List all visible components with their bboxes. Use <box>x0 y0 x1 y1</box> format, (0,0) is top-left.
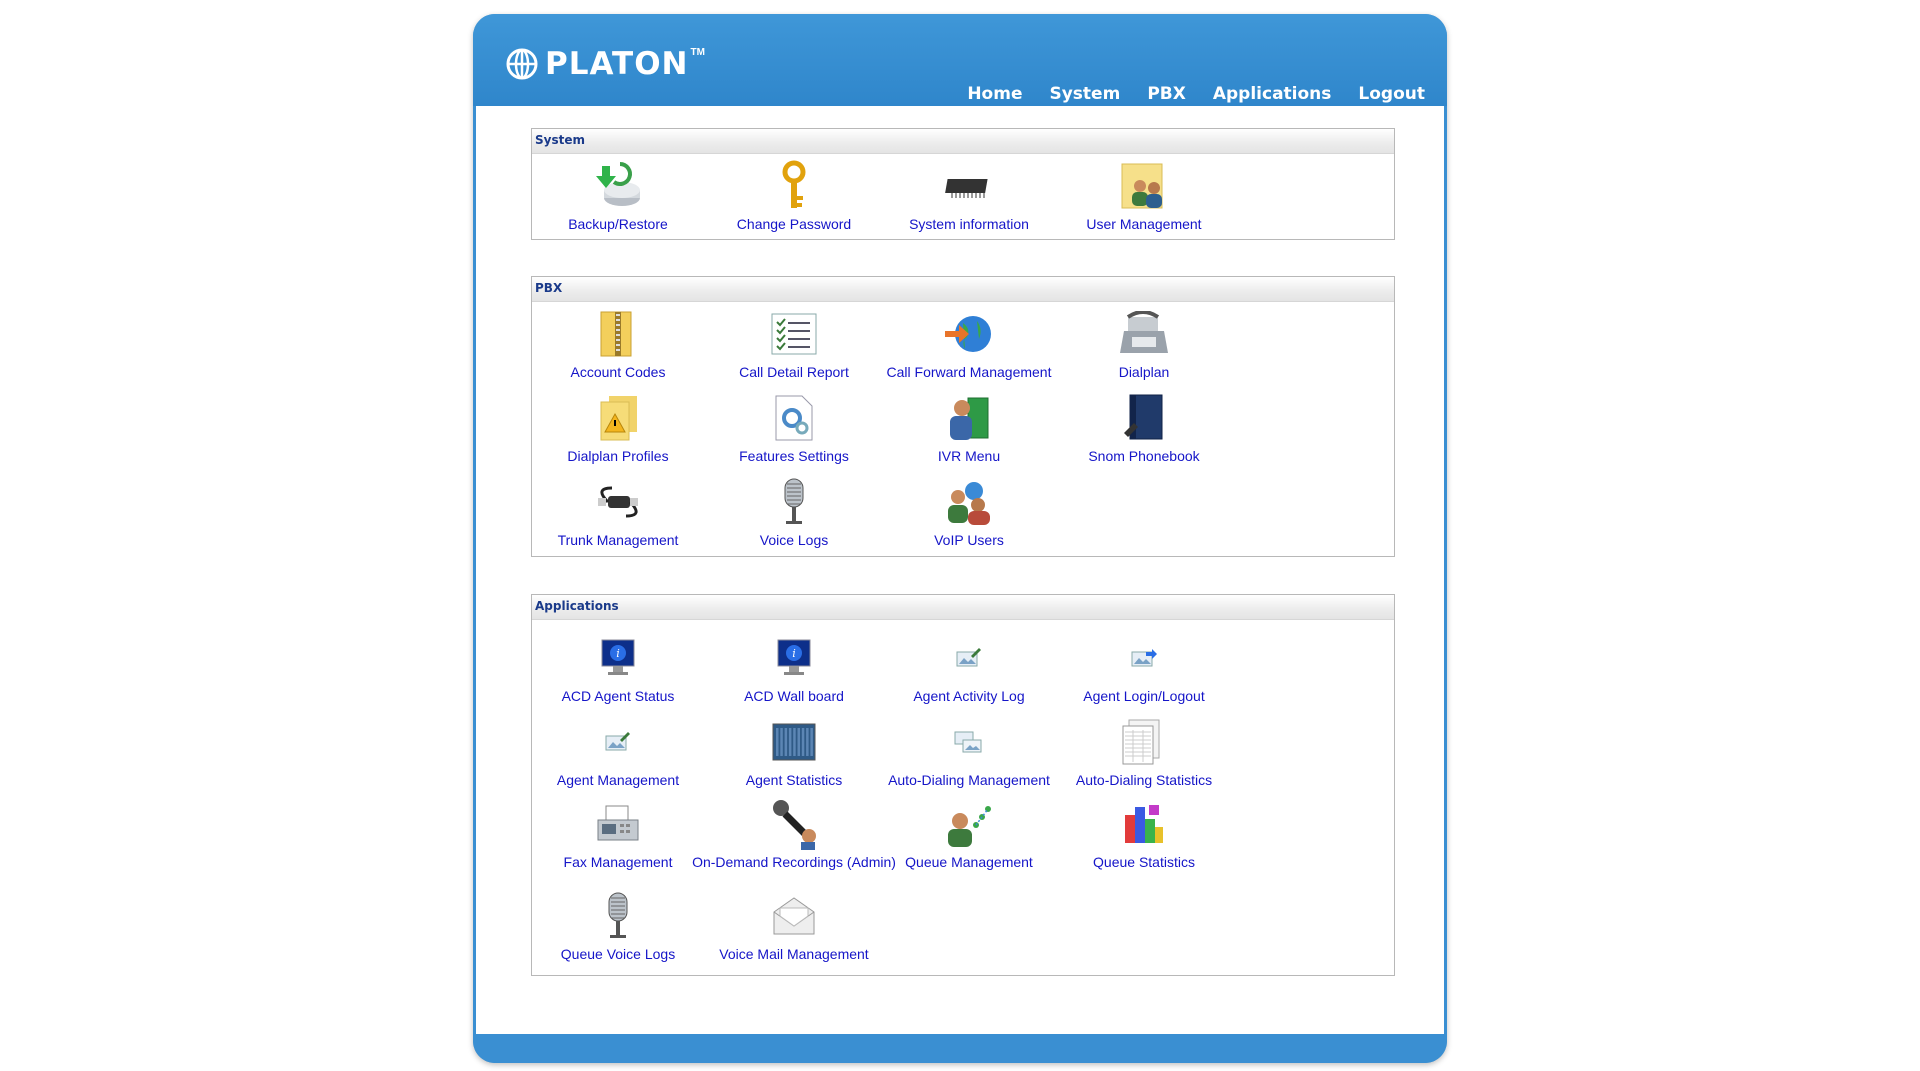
logo: PLATON TM <box>505 44 705 84</box>
trademark: TM <box>690 46 705 58</box>
nav-system[interactable]: System <box>1049 84 1120 104</box>
svg-text:i: i <box>792 647 796 660</box>
item-label[interactable]: VoIP Users <box>861 532 1077 548</box>
logo-text: PLATON <box>545 46 689 82</box>
app-frame: PLATON TM Home System PBX Applications L… <box>473 14 1447 1063</box>
user-network-icon[interactable] <box>939 796 999 852</box>
cable-icon[interactable] <box>588 474 648 530</box>
voice-mail-management-link[interactable]: Voice Mail Management <box>686 888 902 962</box>
users-folder-icon[interactable] <box>1114 158 1174 214</box>
header: PLATON TM Home System PBX Applications L… <box>473 14 1447 106</box>
user-management-link[interactable]: User Management <box>1036 158 1252 232</box>
voip-users-icon[interactable] <box>939 474 999 530</box>
handheld-mic-icon[interactable] <box>764 796 824 852</box>
section-title: Applications <box>532 595 1394 620</box>
colorful-blocks-icon[interactable] <box>1114 796 1174 852</box>
section-title: System <box>532 129 1394 154</box>
backup-restore-icon[interactable] <box>588 158 648 214</box>
images-icon[interactable] <box>939 714 999 770</box>
microphone-icon[interactable] <box>764 474 824 530</box>
item-label[interactable]: Voice Mail Management <box>686 946 902 962</box>
agent-login-logout-link[interactable]: Agent Login/Logout <box>1036 630 1252 704</box>
chip-icon[interactable] <box>939 158 999 214</box>
section-title: PBX <box>532 277 1394 302</box>
queue-statistics-link[interactable]: Queue Statistics <box>1036 796 1252 870</box>
image-arrow-icon[interactable] <box>1114 630 1174 686</box>
fax-icon[interactable] <box>588 796 648 852</box>
nav-logout[interactable]: Logout <box>1358 84 1425 104</box>
phonebook-icon[interactable] <box>1114 390 1174 446</box>
main-content: System Backup/Restore Change Password Syst… <box>476 106 1444 1034</box>
monitor-info-icon[interactable]: i <box>588 630 648 686</box>
item-label[interactable]: Dialplan <box>1036 364 1252 380</box>
item-label[interactable]: Auto-Dialing Statistics <box>1036 772 1252 788</box>
zip-folder-icon[interactable] <box>588 306 648 362</box>
gear-document-icon[interactable] <box>764 390 824 446</box>
warning-folder-icon[interactable] <box>588 390 648 446</box>
fax-phone-icon[interactable] <box>1114 306 1174 362</box>
globe-arrow-icon[interactable] <box>939 306 999 362</box>
checklist-icon[interactable] <box>764 306 824 362</box>
item-label[interactable]: Agent Login/Logout <box>1036 688 1252 704</box>
globe-logo-icon <box>505 47 539 81</box>
microphone-icon[interactable] <box>588 888 648 944</box>
footer <box>473 1034 1447 1063</box>
nav-applications[interactable]: Applications <box>1213 84 1332 104</box>
spreadsheet-icon[interactable] <box>1114 714 1174 770</box>
section-applications: Applications i ACD Agent Status i ACD Wall … <box>531 594 1395 976</box>
main-nav: Home System PBX Applications Logout <box>940 84 1425 104</box>
item-label[interactable]: Queue Statistics <box>1036 854 1252 870</box>
section-system: System Backup/Restore Change Password Syst… <box>531 128 1395 240</box>
svg-text:i: i <box>616 647 620 660</box>
image-edit-icon[interactable] <box>939 630 999 686</box>
nav-pbx[interactable]: PBX <box>1147 84 1186 104</box>
item-label[interactable]: Snom Phonebook <box>1036 448 1252 464</box>
key-icon[interactable] <box>764 158 824 214</box>
voip-users-link[interactable]: VoIP Users <box>861 474 1077 548</box>
user-book-icon[interactable] <box>939 390 999 446</box>
auto-dialing-statistics-link[interactable]: Auto-Dialing Statistics <box>1036 714 1252 788</box>
item-label[interactable]: User Management <box>1036 216 1252 232</box>
envelope-icon[interactable] <box>764 888 824 944</box>
nav-home[interactable]: Home <box>967 84 1022 104</box>
dialplan-link[interactable]: Dialplan <box>1036 306 1252 380</box>
image-edit-icon[interactable] <box>588 714 648 770</box>
monitor-info-icon[interactable]: i <box>764 630 824 686</box>
section-pbx: PBX Account Codes Call Detail Report Call … <box>531 276 1395 557</box>
wallboard-icon[interactable] <box>764 714 824 770</box>
snom-phonebook-link[interactable]: Snom Phonebook <box>1036 390 1252 464</box>
